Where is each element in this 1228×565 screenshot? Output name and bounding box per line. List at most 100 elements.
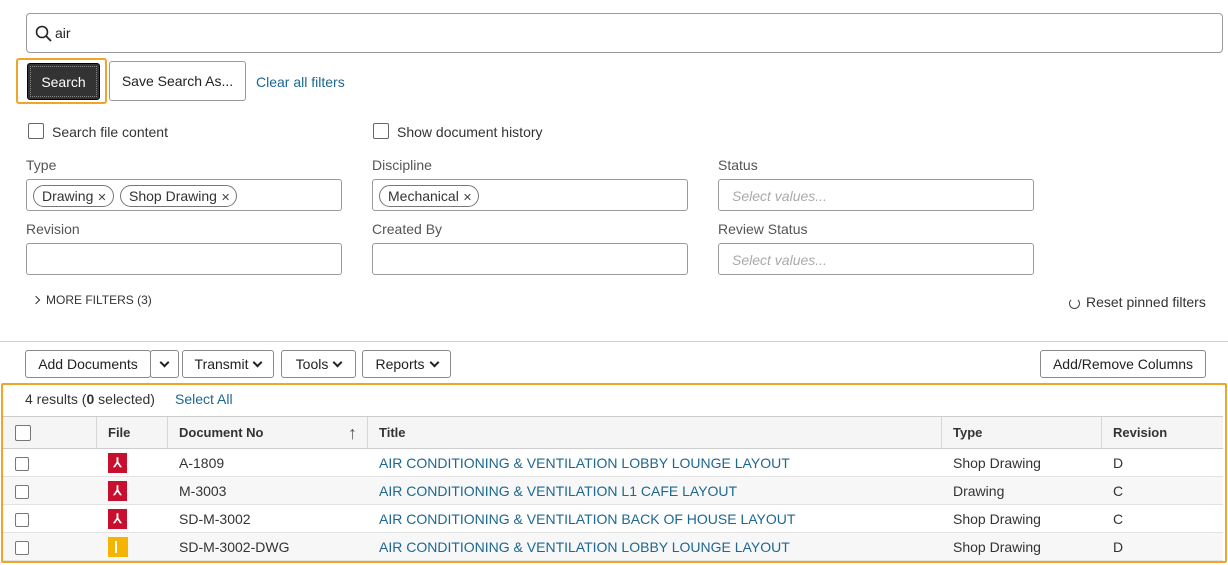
status-filter-label: Status (718, 157, 758, 173)
results-count-prefix: 4 results ( (25, 391, 87, 407)
show-document-history-label: Show document history (397, 124, 543, 140)
clear-all-filters-link[interactable]: Clear all filters (256, 74, 345, 90)
add-documents-dropdown-button[interactable] (150, 350, 179, 378)
chip-drawing[interactable]: Drawing ✕ (33, 185, 114, 207)
more-filters-toggle[interactable]: MORE FILTERS (3) (31, 293, 152, 307)
type-filter-label: Type (26, 157, 57, 173)
row-checkbox[interactable] (15, 512, 29, 527)
title-link[interactable]: AIR CONDITIONING & VENTILATION LOBBY LOU… (367, 532, 941, 561)
row-select-cell (3, 504, 96, 533)
search-input[interactable] (55, 22, 1205, 44)
title-header-label: Title (379, 425, 406, 440)
save-search-as-button[interactable]: Save Search As... (109, 61, 246, 101)
document-no-cell: SD-M-3002-DWG (167, 532, 367, 561)
chevron-right-icon (31, 295, 41, 305)
revision-column-header[interactable]: Revision (1101, 416, 1223, 449)
table-row[interactable]: SD-M-3002-DWG AIR CONDITIONING & VENTILA… (3, 532, 1223, 561)
row-select-cell (3, 476, 96, 505)
table-row[interactable]: ⅄ M-3003 AIR CONDITIONING & VENTILATION … (3, 476, 1223, 505)
pdf-icon[interactable]: ⅄ (108, 508, 127, 529)
file-cell: ⅄ (96, 504, 167, 533)
review-status-placeholder: Select values... (732, 252, 827, 268)
dwg-file-icon[interactable] (108, 536, 128, 557)
pdf-icon[interactable]: ⅄ (108, 452, 127, 473)
title-column-header[interactable]: Title (367, 416, 941, 449)
results-table: File Document No ↑ Title Type Revision ⅄ … (3, 416, 1223, 561)
tools-button[interactable]: Tools (281, 350, 356, 378)
type-filter-field[interactable]: Drawing ✕ Shop Drawing ✕ (26, 179, 342, 211)
chevron-down-icon (429, 357, 439, 368)
chip-remove-icon[interactable]: ✕ (463, 192, 472, 204)
document-no-header-label: Document No (179, 425, 264, 440)
row-checkbox[interactable] (15, 484, 29, 499)
results-count-suffix: selected) (94, 391, 155, 407)
add-documents-button[interactable]: Add Documents (25, 350, 151, 378)
reset-icon (1069, 298, 1080, 309)
document-no-cell: SD-M-3002 (167, 504, 367, 533)
row-checkbox[interactable] (15, 540, 29, 555)
revision-cell: D (1101, 448, 1223, 477)
review-status-filter-field[interactable]: Select values... (718, 243, 1034, 275)
table-row[interactable]: ⅄ SD-M-3002 AIR CONDITIONING & VENTILATI… (3, 504, 1223, 533)
search-file-content-checkbox[interactable] (28, 123, 44, 139)
reset-pinned-filters-button[interactable]: Reset pinned filters (1069, 294, 1206, 310)
row-select-cell (3, 448, 96, 477)
chevron-down-icon (332, 357, 343, 368)
reports-button[interactable]: Reports (362, 350, 451, 378)
revision-filter-field[interactable] (26, 243, 342, 275)
reports-label: Reports (375, 356, 425, 372)
chip-remove-icon[interactable]: ✕ (97, 192, 106, 204)
row-checkbox[interactable] (15, 456, 29, 471)
created-by-filter-field[interactable] (372, 243, 688, 275)
document-no-column-header[interactable]: Document No ↑ (167, 416, 367, 449)
select-all-link[interactable]: Select All (175, 391, 233, 407)
revision-cell: D (1101, 532, 1223, 561)
pdf-icon[interactable]: ⅄ (108, 480, 127, 501)
file-cell: ⅄ (96, 476, 167, 505)
created-by-filter-label: Created By (372, 221, 443, 237)
type-cell: Shop Drawing (941, 448, 1101, 477)
add-remove-columns-button[interactable]: Add/Remove Columns (1040, 350, 1206, 378)
row-select-cell (3, 532, 96, 561)
type-column-header[interactable]: Type (941, 416, 1101, 449)
file-cell: ⅄ (96, 448, 167, 477)
column-separator (1101, 417, 1102, 449)
chip-label: Mechanical (388, 188, 459, 204)
search-box[interactable] (26, 13, 1223, 53)
chevron-down-icon (159, 357, 170, 368)
title-link[interactable]: AIR CONDITIONING & VENTILATION BACK OF H… (367, 504, 941, 533)
discipline-filter-field[interactable]: Mechanical ✕ (372, 179, 688, 211)
chip-remove-icon[interactable]: ✕ (221, 192, 230, 204)
sort-ascending-icon[interactable]: ↑ (348, 423, 357, 444)
revision-header-label: Revision (1113, 425, 1168, 440)
status-filter-field[interactable]: Select values... (718, 179, 1034, 211)
title-link[interactable]: AIR CONDITIONING & VENTILATION LOBBY LOU… (367, 448, 941, 477)
select-all-header (3, 416, 96, 449)
file-column-header[interactable]: File (96, 416, 167, 449)
status-placeholder: Select values... (732, 188, 827, 204)
show-document-history-checkbox[interactable] (373, 123, 389, 139)
document-no-cell: A-1809 (167, 448, 367, 477)
column-separator (96, 417, 97, 449)
reset-pinned-label: Reset pinned filters (1086, 294, 1206, 310)
revision-cell: C (1101, 476, 1223, 505)
column-separator (367, 417, 368, 449)
chip-shop-drawing[interactable]: Shop Drawing ✕ (120, 185, 238, 207)
discipline-filter-label: Discipline (372, 157, 432, 173)
header-checkbox[interactable] (15, 424, 31, 441)
document-no-cell: M-3003 (167, 476, 367, 505)
type-cell: Shop Drawing (941, 532, 1101, 561)
table-row[interactable]: ⅄ A-1809 AIR CONDITIONING & VENTILATION … (3, 448, 1223, 477)
chip-label: Shop Drawing (129, 188, 217, 204)
more-filters-label: MORE FILTERS (3) (46, 293, 152, 307)
search-button[interactable]: Search (27, 63, 100, 100)
title-link[interactable]: AIR CONDITIONING & VENTILATION L1 CAFE L… (367, 476, 941, 505)
review-status-filter-label: Review Status (718, 221, 808, 237)
tools-label: Tools (295, 356, 329, 372)
column-separator (167, 417, 168, 449)
type-cell: Drawing (941, 476, 1101, 505)
search-file-content-label: Search file content (52, 124, 168, 140)
transmit-button[interactable]: Transmit (182, 350, 274, 378)
type-header-label: Type (953, 425, 983, 440)
chip-mechanical[interactable]: Mechanical ✕ (379, 185, 480, 207)
